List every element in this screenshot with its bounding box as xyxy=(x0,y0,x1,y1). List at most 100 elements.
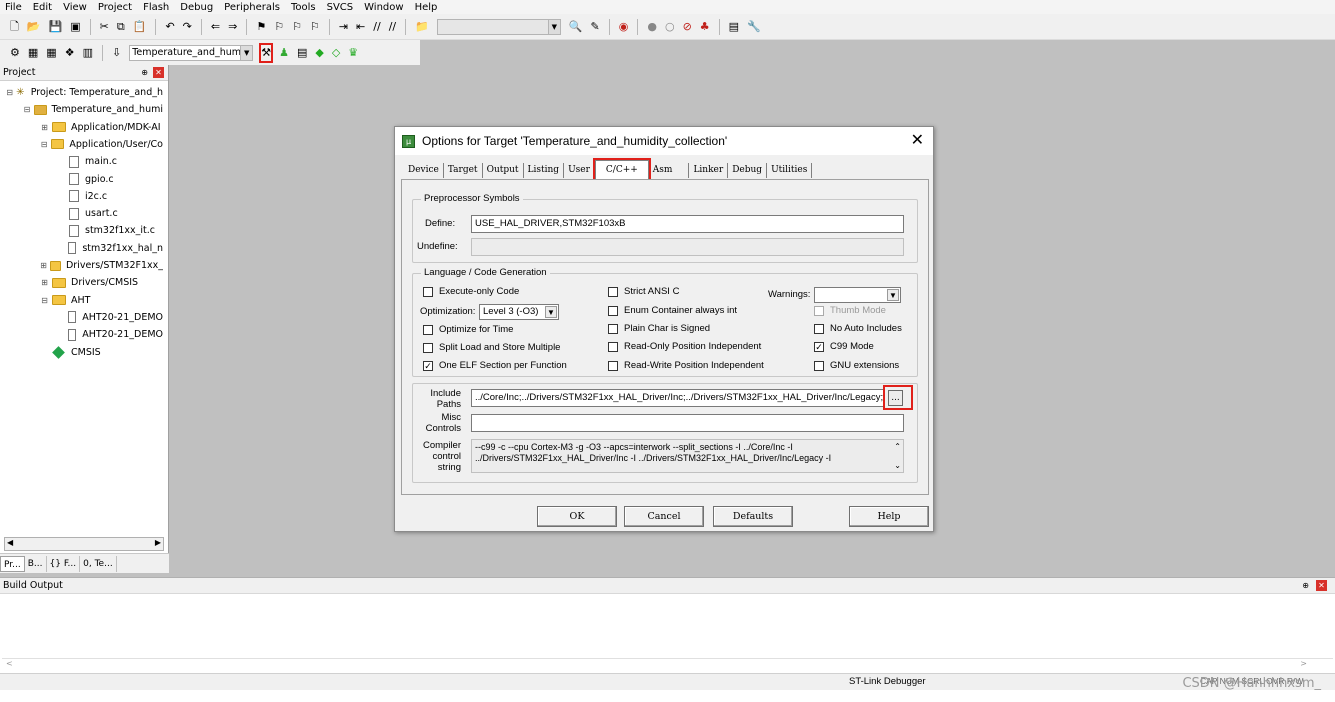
split-load-checkbox[interactable]: Split Load and Store Multiple xyxy=(423,342,560,353)
build-output-scrollbar[interactable]: < > xyxy=(2,658,1333,671)
scroll-left-icon[interactable]: ◀ xyxy=(7,538,13,547)
expander-icon[interactable]: ⊟ xyxy=(23,105,31,114)
redo-icon[interactable]: ↷ xyxy=(183,19,192,35)
configure-icon[interactable]: 🔧 xyxy=(747,19,761,35)
save-all-icon[interactable]: ▣ xyxy=(70,19,80,35)
indent-icon[interactable]: ⇥ xyxy=(339,19,348,35)
panel-tab[interactable]: 0, Te... xyxy=(80,555,117,572)
expander-icon[interactable]: ⊟ xyxy=(40,296,49,305)
ok-button[interactable]: OK xyxy=(537,506,617,527)
tree-item[interactable]: AHT20-21_DEMO xyxy=(57,309,163,326)
tree-item[interactable]: ⊞ Drivers/STM32F1xx_ xyxy=(40,257,163,274)
tree-item[interactable]: main.c xyxy=(57,153,163,170)
menu-svcs[interactable]: SVCS xyxy=(327,2,354,13)
scroll-left-icon[interactable]: < xyxy=(6,659,13,668)
one-elf-checkbox[interactable]: ✓ One ELF Section per Function xyxy=(423,360,567,371)
download-icon[interactable]: ⇩ xyxy=(112,45,121,61)
define-input[interactable]: USE_HAL_DRIVER,STM32F103xB xyxy=(471,215,904,233)
defaults-button[interactable]: Defaults xyxy=(713,506,793,527)
enum-container-checkbox[interactable]: Enum Container always int xyxy=(608,305,737,316)
strict-ansi-checkbox[interactable]: Strict ANSI C xyxy=(608,286,679,297)
horizontal-scrollbar[interactable]: ◀ ▶ xyxy=(4,537,164,551)
expander-icon[interactable]: ⊞ xyxy=(40,261,47,270)
menu-project[interactable]: Project xyxy=(98,2,132,13)
tab-listing[interactable]: Listing xyxy=(523,163,565,178)
save-icon[interactable]: 💾 xyxy=(49,19,63,35)
tree-item[interactable]: i2c.c xyxy=(57,188,163,205)
breakpoint-all-icon[interactable]: ♣ xyxy=(700,19,710,35)
batch-build-icon[interactable]: ❖ xyxy=(65,45,75,61)
optimize-time-checkbox[interactable]: Optimize for Time xyxy=(423,324,513,335)
menu-view[interactable]: View xyxy=(63,2,87,13)
menu-peripherals[interactable]: Peripherals xyxy=(224,2,280,13)
tree-item[interactable]: ⊟ AHT xyxy=(40,292,163,309)
undefine-input[interactable] xyxy=(471,238,904,256)
ro-pi-checkbox[interactable]: Read-Only Position Independent xyxy=(608,341,761,352)
compiler-string-area[interactable]: --c99 -c --cpu Cortex-M3 -g -O3 --apcs=i… xyxy=(471,439,904,473)
tab-cc[interactable]: C/C++ xyxy=(592,158,651,181)
scroll-right-icon[interactable]: ▶ xyxy=(155,538,161,547)
tree-item[interactable]: stm32f1xx_hal_n xyxy=(57,240,163,257)
tab-user[interactable]: User xyxy=(564,163,595,178)
comment-icon[interactable]: // xyxy=(373,19,380,35)
stop-build-icon[interactable]: ▥ xyxy=(83,45,93,61)
thumb-mode-checkbox[interactable]: Thumb Mode xyxy=(814,305,886,316)
find-icon[interactable]: 🔍 xyxy=(569,19,583,35)
expander-icon[interactable]: ⊟ xyxy=(6,88,13,97)
tree-item[interactable]: ⊞ Application/MDK-AI xyxy=(40,119,163,136)
manage-project-items-icon[interactable]: ♟ xyxy=(279,45,289,61)
menu-tools[interactable]: Tools xyxy=(291,2,316,13)
optimization-select[interactable]: Level 3 (-O3) ▼ xyxy=(479,304,559,320)
target-select[interactable]: Temperature_and_humid ▼ xyxy=(129,44,254,61)
tree-item[interactable]: CMSIS xyxy=(40,344,163,361)
close-icon[interactable]: ✕ xyxy=(153,67,164,78)
tree-item[interactable]: ⊞ Drivers/CMSIS xyxy=(40,274,163,291)
panel-tab[interactable]: Pr... xyxy=(0,555,25,572)
build-icon[interactable]: ▦ xyxy=(28,45,38,61)
window-layout-icon[interactable]: ▤ xyxy=(729,19,739,35)
pack-installer-icon[interactable]: ◇ xyxy=(332,45,340,61)
tab-debug[interactable]: Debug xyxy=(728,163,768,178)
options-for-target-icon[interactable]: ⚒ xyxy=(259,42,274,63)
rebuild-icon[interactable]: ▦ xyxy=(46,45,56,61)
panel-tab[interactable]: B... xyxy=(25,555,47,572)
c99-mode-checkbox[interactable]: ✓ C99 Mode xyxy=(814,341,874,352)
no-auto-includes-checkbox[interactable]: No Auto Includes xyxy=(814,323,902,334)
tab-asm[interactable]: Asm xyxy=(648,163,690,178)
tab-target[interactable]: Target xyxy=(443,163,483,178)
bookmark-next-icon[interactable]: ⚐ xyxy=(292,19,302,35)
copy-icon[interactable]: ⧉ xyxy=(117,19,125,35)
scroll-down-icon[interactable]: ⌄ xyxy=(894,460,901,471)
unindent-icon[interactable]: ⇤ xyxy=(356,19,365,35)
tree-item[interactable]: ⊟ ✳ Project: Temperature_and_h xyxy=(6,84,163,101)
tree-item[interactable]: AHT20-21_DEMO xyxy=(57,326,163,343)
rw-pi-checkbox[interactable]: Read-Write Position Independent xyxy=(608,360,764,371)
open-folder-icon[interactable]: 📂 xyxy=(27,19,41,35)
find-in-files-icon[interactable]: 📁 xyxy=(415,19,429,35)
rte-icon[interactable]: ♛ xyxy=(348,45,358,61)
breakpoint-kill-icon[interactable]: ⊘ xyxy=(683,19,692,35)
bookmark-clear-icon[interactable]: ⚐ xyxy=(310,19,320,35)
pin-icon[interactable]: ⊕ xyxy=(1302,581,1309,590)
gnu-extensions-checkbox[interactable]: GNU extensions xyxy=(814,360,899,371)
menu-window[interactable]: Window xyxy=(364,2,403,13)
menu-help[interactable]: Help xyxy=(415,2,438,13)
manage-run-time-icon[interactable]: ◆ xyxy=(315,45,323,61)
panel-tab[interactable]: {} F... xyxy=(47,555,81,572)
cut-icon[interactable]: ✂ xyxy=(100,19,109,35)
debug-session-icon[interactable]: ◉ xyxy=(619,19,629,35)
tree-item[interactable]: gpio.c xyxy=(57,171,163,188)
bookmark-icon[interactable]: ⚑ xyxy=(256,19,266,35)
expander-icon[interactable]: ⊞ xyxy=(40,123,49,132)
tree-item[interactable]: stm32f1xx_it.c xyxy=(57,222,163,239)
menu-edit[interactable]: Edit xyxy=(33,2,52,13)
cancel-button[interactable]: Cancel xyxy=(624,506,704,527)
tab-utilities[interactable]: Utilities xyxy=(767,163,813,178)
scroll-right-icon[interactable]: > xyxy=(1300,659,1307,668)
tab-linker[interactable]: Linker xyxy=(689,163,729,178)
execute-only-checkbox[interactable]: Execute-only Code xyxy=(423,286,519,297)
nav-forward-icon[interactable]: ⇒ xyxy=(228,19,237,35)
breakpoint-insert-icon[interactable]: ● xyxy=(647,19,657,35)
plain-char-checkbox[interactable]: Plain Char is Signed xyxy=(608,323,710,334)
nav-back-icon[interactable]: ⇐ xyxy=(211,19,220,35)
